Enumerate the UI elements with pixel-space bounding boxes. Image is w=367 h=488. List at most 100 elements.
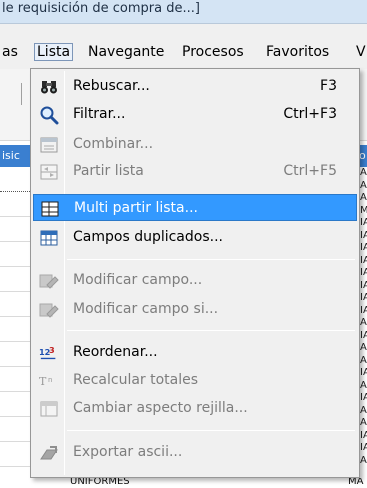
svg-text:T: T — [39, 375, 47, 388]
table-row[interactable] — [0, 442, 30, 467]
grid-cell[interactable]: A — [360, 167, 367, 180]
menu-item-exportar-ascii[interactable]: Exportar ascii... — [33, 439, 357, 466]
grid-cell[interactable]: IA — [360, 292, 367, 305]
grid-cell[interactable]: A — [360, 342, 367, 355]
table-row[interactable] — [0, 292, 30, 317]
menu-item-label: Recalcular totales — [73, 372, 199, 388]
menu-separator — [67, 259, 355, 260]
grid-cell[interactable]: A — [360, 405, 367, 418]
table-row[interactable] — [0, 392, 30, 417]
grid-cell[interactable]: IA — [360, 230, 367, 243]
grid-cell[interactable]: AC — [360, 192, 367, 205]
menu-separator — [67, 430, 355, 431]
menu-herramientas[interactable]: as — [2, 44, 18, 60]
grid-cell[interactable]: IA — [360, 305, 367, 318]
title-bar: le requisición de compra de...] — [0, 0, 367, 24]
menu-item-label: Partir lista — [73, 163, 144, 179]
window-title: le requisición de compra de...] — [2, 1, 200, 16]
grid-bottom-cell-left: UNIFORMES — [70, 478, 130, 487]
table-row[interactable] — [0, 342, 30, 367]
toolbar-separator — [21, 83, 22, 105]
grid-cell[interactable]: IA — [360, 330, 367, 343]
grid-cell[interactable]: A — [360, 180, 367, 193]
binoculars-icon — [39, 77, 59, 97]
table-row[interactable] — [0, 367, 30, 392]
app-window: le requisición de compra de...] as Lista… — [0, 0, 367, 488]
duplicate-fields-icon — [39, 228, 59, 248]
menu-item-label: Rebuscar... — [73, 78, 150, 94]
grid-cell[interactable]: IA — [360, 267, 367, 280]
menu-item-label: Modificar campo... — [73, 272, 203, 288]
recalculate-icon: T n — [39, 371, 59, 391]
menu-item-modificar-campo-si[interactable]: Modificar campo si... — [33, 296, 357, 323]
grid-cell[interactable]: A — [360, 355, 367, 368]
table-row[interactable] — [0, 167, 30, 192]
menu-item-campos-duplicados[interactable]: Campos duplicados... — [33, 224, 357, 251]
split-list-icon — [39, 162, 59, 182]
menu-item-multi-partir-lista[interactable]: Multi partir lista... — [33, 194, 357, 221]
edit-field-icon — [39, 271, 59, 291]
table-row[interactable] — [0, 217, 30, 242]
table-row[interactable] — [0, 267, 30, 292]
menu-item-rebuscar[interactable]: Rebuscar... F3 — [33, 73, 357, 100]
lista-dropdown-menu: Rebuscar... F3 Filtrar... Ctrl+F3 Combin… — [30, 68, 360, 478]
grid-cell[interactable]: IA — [360, 255, 367, 268]
menu-item-filtrar[interactable]: Filtrar... Ctrl+F3 — [33, 101, 357, 128]
grid-cell[interactable]: A — [360, 455, 367, 468]
menu-favoritos[interactable]: Favoritos — [266, 44, 329, 60]
menu-item-label: Multi partir lista... — [74, 200, 198, 216]
menu-item-shortcut: Ctrl+F5 — [283, 163, 337, 179]
export-icon — [39, 443, 59, 463]
grid-cell[interactable]: IA — [360, 442, 367, 455]
table-row[interactable] — [0, 417, 30, 442]
edit-field-if-icon — [39, 300, 59, 320]
table-row[interactable] — [0, 192, 30, 217]
menu-item-label: Modificar campo si... — [73, 301, 219, 317]
grid-cell[interactable]: M/ — [360, 205, 367, 218]
reorder-123-icon: 12 3 — [39, 343, 59, 363]
grid-cell[interactable]: IA — [360, 280, 367, 293]
grid-left-column — [0, 167, 30, 488]
menu-item-label: Cambiar aspecto rejilla... — [73, 400, 248, 416]
menu-item-recalcular-totales[interactable]: T n Recalcular totales — [33, 367, 357, 394]
grid-cell[interactable]: A — [360, 380, 367, 393]
menu-item-label: Combinar... — [73, 136, 154, 152]
grid-cell[interactable]: A — [360, 317, 367, 330]
magnifier-icon — [39, 105, 59, 125]
grid-bottom-row[interactable]: UNIFORMES MA — [30, 478, 367, 488]
table-row[interactable] — [0, 242, 30, 267]
menu-item-label: Exportar ascii... — [73, 444, 183, 460]
menu-item-label: Reordenar... — [73, 344, 158, 360]
menu-item-partir-lista[interactable]: Partir lista Ctrl+F5 — [33, 158, 357, 185]
svg-text:3: 3 — [49, 345, 55, 355]
grid-aspect-icon — [39, 399, 59, 419]
menu-item-label: Filtrar... — [73, 106, 126, 122]
menu-bar: as Lista Navegante Procesos Favoritos V — [0, 24, 367, 69]
grid-header-left[interactable]: isic — [0, 145, 32, 167]
menu-navegante[interactable]: Navegante — [88, 44, 164, 60]
menu-item-combinar[interactable]: Combinar... — [33, 131, 357, 158]
menu-item-shortcut: Ctrl+F3 — [283, 106, 337, 122]
menu-lista[interactable]: Lista — [34, 43, 74, 61]
menu-item-modificar-campo[interactable]: Modificar campo... — [33, 267, 357, 294]
menu-ventana[interactable]: V — [356, 44, 366, 60]
multi-split-icon — [40, 199, 60, 219]
svg-text:n: n — [48, 376, 52, 384]
menu-item-shortcut: F3 — [320, 78, 337, 94]
grid-cell[interactable]: IA — [360, 392, 367, 405]
grid-cell[interactable]: IA — [360, 430, 367, 443]
grid-right-column: AAACM/IAIAIAIAIAIAIAIAAIAAAIAAIAAACIAIAA — [359, 167, 367, 488]
grid-bottom-cell-right: MA — [348, 478, 364, 487]
menu-item-label: Campos duplicados... — [73, 229, 223, 245]
grid-cell[interactable]: IA — [360, 242, 367, 255]
menu-procesos[interactable]: Procesos — [182, 44, 244, 60]
grid-cell[interactable]: IA — [360, 217, 367, 230]
menu-separator — [67, 330, 355, 331]
menu-item-reordenar[interactable]: 12 3 Reordenar... — [33, 339, 357, 366]
grid-header-right[interactable]: o — [359, 145, 367, 167]
table-row[interactable] — [0, 317, 30, 342]
grid-cell[interactable]: IA — [360, 367, 367, 380]
combine-window-icon — [39, 135, 59, 155]
grid-cell[interactable]: AC — [360, 417, 367, 430]
menu-item-cambiar-aspecto-rejilla[interactable]: Cambiar aspecto rejilla... — [33, 395, 357, 422]
